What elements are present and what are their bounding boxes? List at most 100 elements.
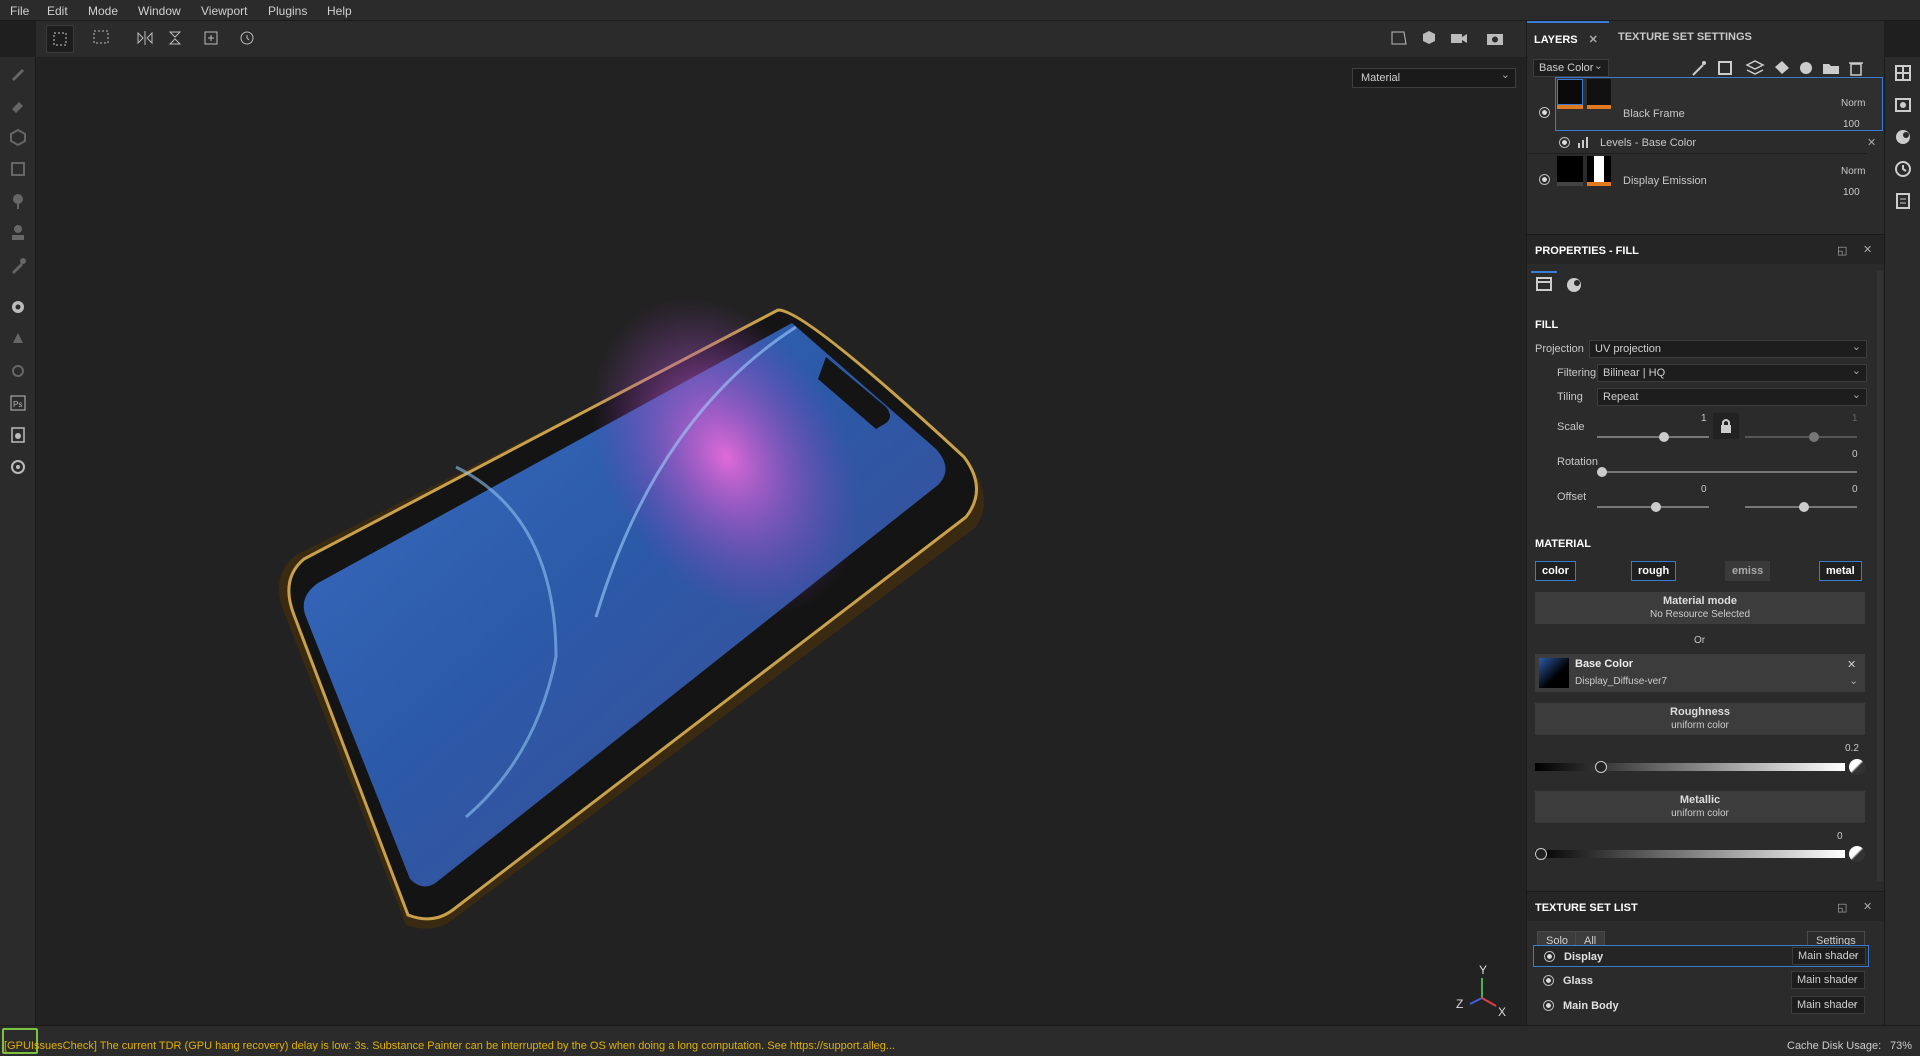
effect-name[interactable]: Levels - Base Color bbox=[1600, 137, 1696, 149]
slider-handle[interactable] bbox=[1594, 761, 1607, 773]
settings-icon[interactable] bbox=[8, 457, 28, 477]
shader-select[interactable]: Main shader bbox=[1791, 971, 1865, 989]
add-layer-button[interactable] bbox=[198, 25, 226, 53]
metallic-slider[interactable] bbox=[1535, 848, 1845, 860]
offset-u-value[interactable]: 0 bbox=[1701, 484, 1707, 495]
eye-icon[interactable] bbox=[1544, 951, 1555, 962]
add-effect-icon[interactable] bbox=[1800, 62, 1812, 74]
viewport-mode-select[interactable]: Material bbox=[1352, 68, 1516, 88]
projection-select[interactable]: UV projection bbox=[1589, 340, 1867, 358]
smudge-icon[interactable] bbox=[8, 191, 28, 211]
base-color-resource[interactable]: Display_Diffuse-ver7 bbox=[1575, 676, 1667, 687]
eraser-icon[interactable] bbox=[8, 95, 28, 115]
layer-blend-mode[interactable]: Norm bbox=[1841, 98, 1865, 109]
properties-tab-material[interactable] bbox=[1561, 273, 1587, 297]
history-icon[interactable] bbox=[1893, 159, 1913, 179]
bake-icon[interactable] bbox=[8, 329, 28, 349]
tab-texture-set-settings[interactable]: TEXTURE SET SETTINGS bbox=[1611, 21, 1759, 51]
add-folder-icon[interactable] bbox=[1823, 64, 1839, 74]
menu-viewport[interactable]: Viewport bbox=[201, 4, 247, 18]
display-settings-icon[interactable] bbox=[1893, 95, 1913, 115]
layers-panel-icon[interactable] bbox=[1893, 63, 1913, 83]
menu-help[interactable]: Help bbox=[327, 4, 352, 18]
close-icon[interactable]: ✕ bbox=[1867, 136, 1876, 149]
slider-handle[interactable] bbox=[1651, 502, 1661, 512]
menu-edit[interactable]: Edit bbox=[47, 4, 68, 18]
color-picker-icon[interactable] bbox=[1849, 846, 1865, 862]
viewport-frame-button[interactable] bbox=[1386, 25, 1414, 53]
log-icon[interactable] bbox=[1893, 191, 1913, 211]
magic-wand-icon[interactable] bbox=[1692, 61, 1706, 76]
polygon-fill-icon[interactable] bbox=[8, 159, 28, 179]
camera-mode-button[interactable] bbox=[1446, 25, 1474, 53]
slider-handle[interactable] bbox=[1659, 432, 1669, 442]
texture-set-glass[interactable]: Glass Main shader bbox=[1533, 970, 1869, 992]
eye-icon[interactable] bbox=[1543, 975, 1554, 986]
iray-icon[interactable] bbox=[8, 361, 28, 381]
close-icon[interactable]: ✕ bbox=[1847, 658, 1856, 671]
base-color-slot[interactable]: Base Color Display_Diffuse-ver7 ✕ ⌄ bbox=[1535, 654, 1865, 692]
clone-stamp-icon[interactable] bbox=[8, 223, 28, 243]
roughness-slot[interactable]: Roughness uniform color bbox=[1535, 703, 1865, 735]
scale-v-value[interactable]: 1 bbox=[1852, 413, 1858, 424]
projection-icon[interactable] bbox=[8, 127, 28, 147]
grid-button[interactable] bbox=[88, 25, 116, 53]
scale-lock-button[interactable] bbox=[1713, 413, 1739, 439]
scale-u-slider[interactable] bbox=[1597, 432, 1709, 442]
close-icon[interactable]: ✕ bbox=[1863, 900, 1872, 913]
menu-plugins[interactable]: Plugins bbox=[268, 4, 307, 18]
slider-handle[interactable] bbox=[1799, 502, 1809, 512]
layer-opacity[interactable]: 100 bbox=[1843, 187, 1860, 198]
properties-tab-fill[interactable] bbox=[1531, 271, 1557, 297]
selection-mode-button[interactable] bbox=[46, 25, 74, 53]
layer-blend-mode[interactable]: Norm bbox=[1841, 166, 1865, 177]
channel-select[interactable]: Base Color bbox=[1533, 59, 1609, 77]
roughness-value[interactable]: 0.2 bbox=[1845, 743, 1859, 754]
3d-viewport[interactable] bbox=[36, 57, 1526, 1025]
screenshot-button[interactable] bbox=[1482, 25, 1510, 53]
channel-toggle-rough[interactable]: rough bbox=[1631, 561, 1677, 581]
close-icon[interactable]: ✕ bbox=[1863, 243, 1872, 256]
properties-scrollbar[interactable] bbox=[1877, 271, 1883, 881]
color-picker-icon[interactable] bbox=[1849, 759, 1865, 775]
menu-mode[interactable]: Mode bbox=[88, 4, 118, 18]
chevron-down-icon[interactable]: ⌄ bbox=[1849, 674, 1858, 687]
shelf-icon[interactable] bbox=[8, 297, 28, 317]
shader-select[interactable]: Main shader bbox=[1791, 996, 1865, 1014]
close-icon[interactable]: ✕ bbox=[1589, 34, 1598, 46]
channel-toggle-color[interactable]: color bbox=[1535, 561, 1576, 581]
offset-v-slider[interactable] bbox=[1745, 502, 1857, 512]
delete-icon[interactable] bbox=[1849, 62, 1863, 76]
paint-brush-icon[interactable] bbox=[8, 63, 28, 83]
roughness-slider[interactable] bbox=[1535, 761, 1845, 773]
metallic-slot[interactable]: Metallic uniform color bbox=[1535, 791, 1865, 823]
slider-handle[interactable] bbox=[1809, 432, 1819, 442]
shader-settings-icon[interactable] bbox=[1893, 127, 1913, 147]
tab-layers[interactable]: LAYERS ✕ bbox=[1527, 21, 1609, 51]
shader-select[interactable]: Main shader bbox=[1792, 947, 1866, 965]
symmetry-button[interactable] bbox=[132, 25, 160, 53]
photoshop-icon[interactable]: Ps bbox=[8, 393, 28, 413]
eye-icon[interactable] bbox=[1559, 137, 1570, 148]
channel-toggle-metal[interactable]: metal bbox=[1819, 561, 1862, 581]
offset-v-value[interactable]: 0 bbox=[1852, 484, 1858, 495]
metallic-value[interactable]: 0 bbox=[1837, 831, 1843, 842]
history-button[interactable] bbox=[234, 25, 262, 53]
scale-u-value[interactable]: 1 bbox=[1701, 413, 1707, 424]
display-mode-button[interactable] bbox=[1416, 25, 1444, 53]
rotation-slider[interactable] bbox=[1597, 467, 1857, 477]
menu-file[interactable]: File bbox=[10, 4, 29, 18]
add-mask-icon[interactable] bbox=[1718, 61, 1732, 75]
float-panel-icon[interactable]: ◱ bbox=[1837, 901, 1847, 914]
export-icon[interactable] bbox=[8, 425, 28, 445]
filtering-select[interactable]: Bilinear | HQ bbox=[1597, 364, 1867, 382]
menu-window[interactable]: Window bbox=[138, 4, 181, 18]
add-layer-icon[interactable] bbox=[1745, 60, 1765, 75]
offset-u-slider[interactable] bbox=[1597, 502, 1709, 512]
eye-icon[interactable] bbox=[1539, 107, 1550, 118]
slider-handle[interactable] bbox=[1597, 467, 1607, 477]
texture-set-display[interactable]: Display Main shader bbox=[1533, 945, 1869, 967]
eye-icon[interactable] bbox=[1543, 1000, 1554, 1011]
add-fill-icon[interactable] bbox=[1775, 61, 1789, 74]
eye-icon[interactable] bbox=[1539, 174, 1550, 185]
